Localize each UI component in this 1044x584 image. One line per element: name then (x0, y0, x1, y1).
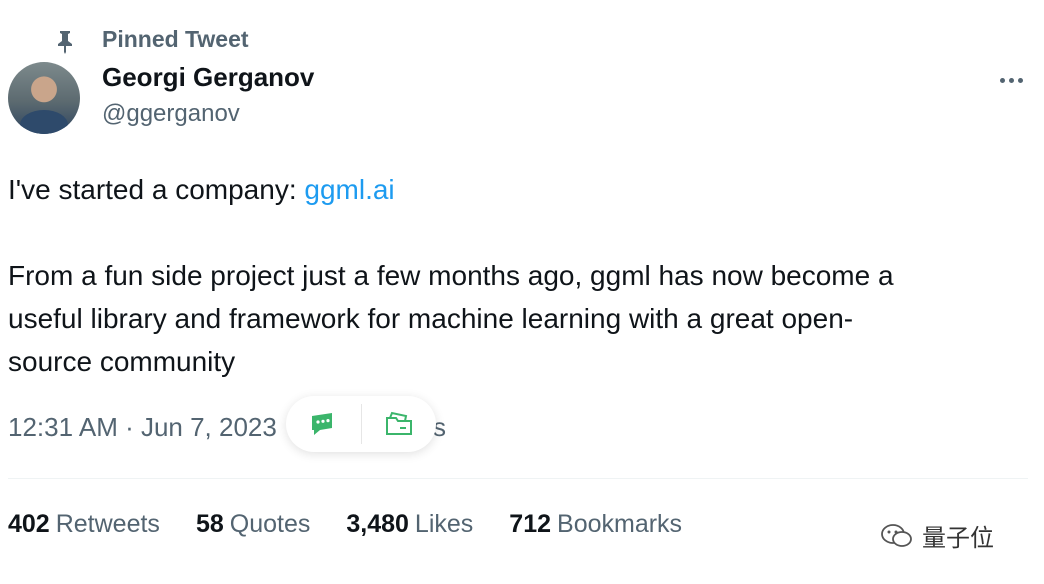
watermark-text: 量子位 (922, 525, 994, 552)
author-handle[interactable]: @ggerganov (102, 100, 240, 128)
pin-icon (52, 28, 78, 54)
watermark: 量子位 (880, 518, 994, 553)
tweet-text-line: From a fun side project just a few month… (8, 260, 894, 291)
company-link[interactable]: ggml.ai (304, 174, 394, 205)
tweet-timestamp[interactable]: 12:31 AM · Jun 7, 2023 · (8, 412, 293, 443)
floating-action-pill (286, 396, 436, 452)
divider (8, 478, 1028, 479)
pinned-tweet-label: Pinned Tweet (102, 26, 249, 52)
folder-overlay-button[interactable] (362, 396, 437, 452)
avatar[interactable] (8, 62, 80, 134)
retweets-stat[interactable]: 402 Retweets (8, 510, 160, 539)
comment-overlay-button[interactable] (286, 396, 361, 452)
quotes-stat[interactable]: 58 Quotes (196, 510, 310, 539)
engagement-stats: 402 Retweets 58 Quotes 3,480 Likes 712 Bookm… (8, 510, 718, 539)
pinned-indicator (52, 24, 78, 58)
more-options-button[interactable] (996, 70, 1026, 90)
tweet-text-line: useful library and framework for machine… (8, 303, 854, 334)
tweet-text: I've started a company: ggml.ai From a f… (8, 168, 1028, 383)
more-dots-icon (999, 77, 1005, 83)
folder-icon (385, 411, 412, 435)
tweet-text-prefix: I've started a company: (8, 174, 305, 205)
author-name[interactable]: Georgi Gerganov (102, 62, 314, 93)
tweet-text-line: source community (8, 346, 236, 377)
comment-icon (312, 413, 333, 435)
likes-stat[interactable]: 3,480 Likes (346, 510, 473, 539)
wechat-icon (881, 523, 912, 547)
bookmarks-stat[interactable]: 712 Bookmarks (509, 510, 682, 539)
